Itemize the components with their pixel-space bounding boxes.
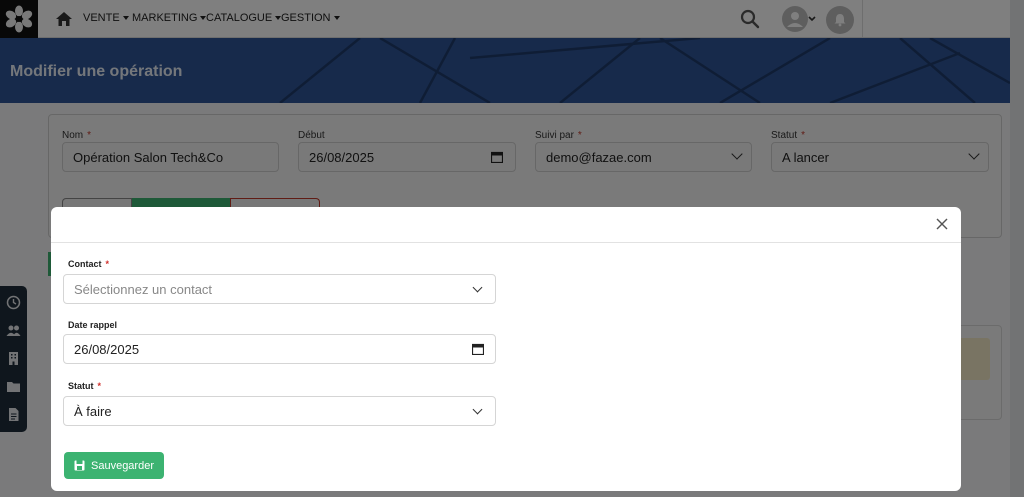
statut-modal-label: Statut * <box>68 381 101 391</box>
chevron-down-icon <box>472 282 483 293</box>
save-button-label: Sauvegarder <box>91 459 154 472</box>
statut-modal-select[interactable]: À faire <box>63 396 496 426</box>
add-reminder-modal: Contact * Sélectionnez un contact Date ra… <box>51 207 961 491</box>
statut-modal-label-text: Statut <box>68 381 94 391</box>
statut-modal-value: À faire <box>74 404 112 419</box>
floppy-disk-icon <box>74 460 85 471</box>
contact-label: Contact * <box>68 259 109 269</box>
chevron-down-icon <box>472 404 483 415</box>
contact-label-text: Contact <box>68 259 102 269</box>
date-rappel-field[interactable]: 26/08/2025 <box>63 334 496 364</box>
close-icon[interactable] <box>935 217 949 231</box>
contact-placeholder: Sélectionnez un contact <box>74 282 213 297</box>
calendar-icon[interactable] <box>472 343 484 355</box>
date-rappel-label-text: Date rappel <box>68 320 118 330</box>
contact-select[interactable]: Sélectionnez un contact <box>63 274 496 304</box>
required-mark: * <box>105 259 110 269</box>
required-mark: * <box>97 381 102 391</box>
date-rappel-label: Date rappel <box>68 320 117 330</box>
save-button[interactable]: Sauvegarder <box>64 452 164 479</box>
modal-header <box>51 207 961 243</box>
date-rappel-value: 26/08/2025 <box>74 342 140 357</box>
